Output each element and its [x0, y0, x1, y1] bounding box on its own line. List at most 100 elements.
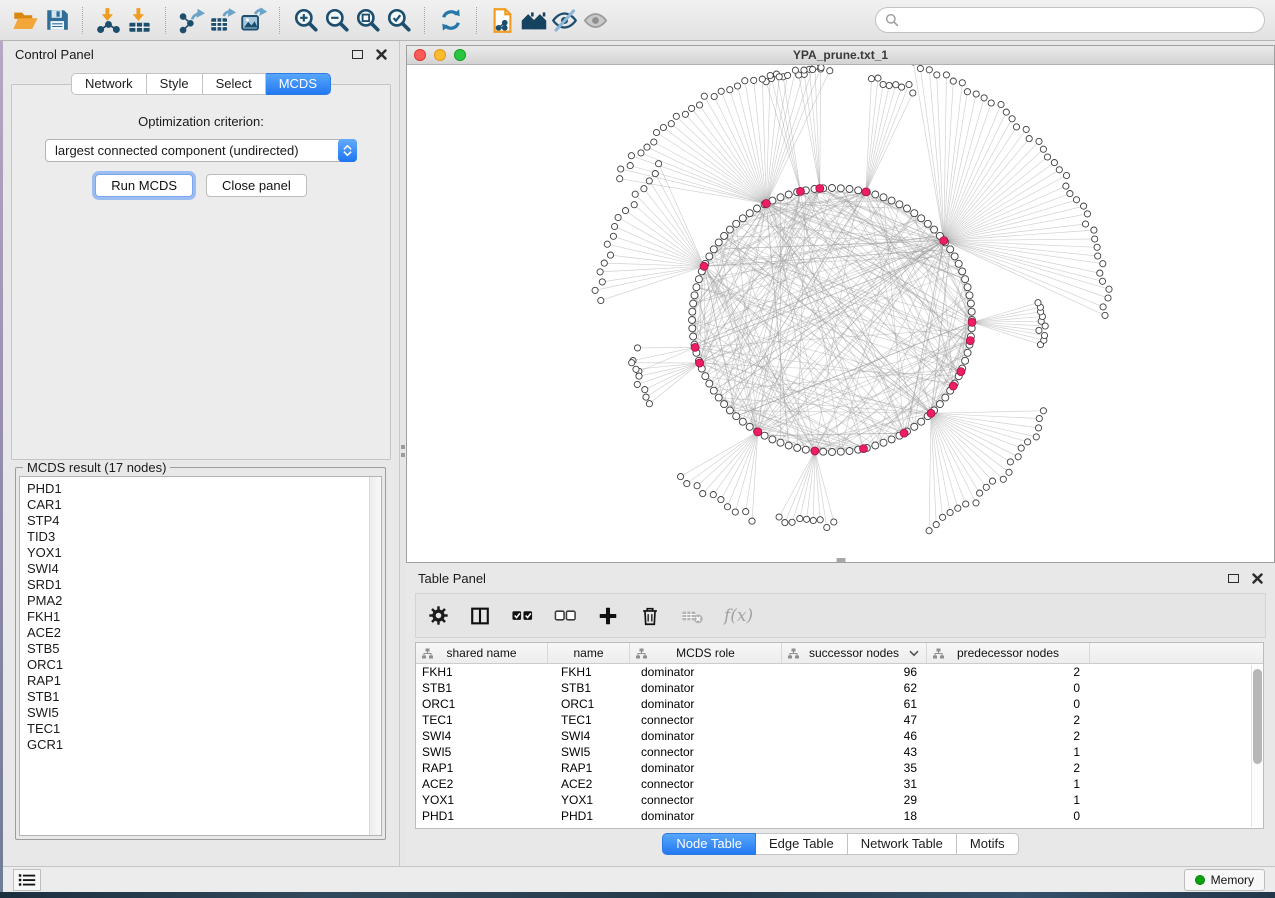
cell-name: TEC1: [548, 713, 630, 727]
tab-style[interactable]: Style: [147, 73, 203, 95]
tab-edge-table[interactable]: Edge Table: [756, 833, 848, 855]
table-row[interactable]: ORC1ORC1dominator610: [416, 696, 1263, 712]
column-header-successor-nodes[interactable]: successor nodes: [782, 643, 927, 663]
table-row[interactable]: FKH1FKH1dominator962: [416, 664, 1263, 680]
mcds-result-item[interactable]: ACE2: [27, 625, 381, 641]
zoom-fit-button[interactable]: [352, 5, 383, 36]
cell-shared-name: STB1: [416, 681, 548, 695]
import-network-button[interactable]: [93, 5, 124, 36]
close-panel-button[interactable]: Close panel: [206, 174, 307, 197]
table-row[interactable]: PHD1PHD1dominator180: [416, 808, 1263, 824]
search-input[interactable]: [906, 12, 1255, 28]
cell-name: PHD1: [548, 809, 630, 823]
mcds-result-item[interactable]: YOX1: [27, 545, 381, 561]
mcds-result-item[interactable]: TEC1: [27, 721, 381, 737]
mcds-result-item[interactable]: PMA2: [27, 593, 381, 609]
network-window-titlebar[interactable]: YPA_prune.txt_1: [407, 46, 1274, 65]
minimize-window-icon[interactable]: [434, 49, 446, 61]
import-table-button[interactable]: [124, 5, 155, 36]
horizontal-splitter-handle[interactable]: [836, 558, 845, 562]
table-row[interactable]: SWI4SWI4dominator462: [416, 728, 1263, 744]
tab-select[interactable]: Select: [203, 73, 266, 95]
search-field[interactable]: [875, 7, 1265, 33]
sort-chevron-icon[interactable]: [909, 650, 919, 657]
function-builder-icon-disabled: f(x): [724, 606, 753, 626]
mcds-result-item[interactable]: CAR1: [27, 497, 381, 513]
table-row[interactable]: YOX1YOX1connector291: [416, 792, 1263, 808]
network-canvas[interactable]: [407, 65, 1274, 562]
export-image-button[interactable]: [238, 5, 269, 36]
table-row[interactable]: RAP1RAP1dominator352: [416, 760, 1263, 776]
table-row[interactable]: ACE2ACE2connector311: [416, 776, 1263, 792]
mcds-result-item[interactable]: FKH1: [27, 609, 381, 625]
memory-button[interactable]: Memory: [1184, 869, 1265, 891]
eye-slash-icon: [551, 7, 578, 34]
mcds-result-item[interactable]: GCR1: [27, 737, 381, 753]
hide-selected-button[interactable]: [549, 5, 580, 36]
table-settings-gear-icon[interactable]: [428, 605, 449, 626]
table-row[interactable]: TEC1TEC1connector472: [416, 712, 1263, 728]
mcds-panel: Optimization criterion: largest connecte…: [11, 84, 391, 460]
cell-mcds-role: connector: [630, 745, 782, 759]
close-panel-icon[interactable]: [376, 49, 387, 60]
table-panel-title: Table Panel: [418, 571, 486, 586]
export-table-button[interactable]: [207, 5, 238, 36]
refresh-layout-button[interactable]: [435, 5, 466, 36]
close-window-icon[interactable]: [414, 49, 426, 61]
table-row[interactable]: STB1STB1dominator620: [416, 680, 1263, 696]
column-header-MCDS-role[interactable]: MCDS role: [630, 643, 782, 663]
result-scrollbar[interactable]: [369, 477, 381, 835]
table-scrollbar[interactable]: [1251, 665, 1263, 827]
column-header-empty: [1090, 643, 1263, 663]
column-header-label: MCDS role: [676, 646, 735, 660]
open-session-button[interactable]: [10, 5, 41, 36]
column-header-name[interactable]: name: [548, 643, 630, 663]
cell-predecessor-nodes: 0: [927, 697, 1090, 711]
table-scrollbar-thumb[interactable]: [1253, 669, 1262, 764]
mcds-result-item[interactable]: PHD1: [27, 481, 381, 497]
mcds-result-item[interactable]: SRD1: [27, 577, 381, 593]
table-type-tabs: Node TableEdge TableNetwork TableMotifs: [406, 833, 1275, 855]
run-mcds-button[interactable]: Run MCDS: [95, 174, 193, 197]
mcds-result-item[interactable]: SWI5: [27, 705, 381, 721]
export-network-icon: [178, 7, 205, 34]
desktop-edge-bottom: [0, 892, 1275, 898]
show-columns-icon[interactable]: [469, 605, 491, 627]
first-neighbors-button[interactable]: [518, 5, 549, 36]
float-panel-icon[interactable]: [352, 50, 363, 59]
add-column-icon[interactable]: [597, 605, 619, 627]
cell-mcds-role: connector: [630, 713, 782, 727]
select-all-icon[interactable]: [511, 604, 534, 627]
tab-network[interactable]: Network: [71, 73, 147, 95]
show-all-button[interactable]: [580, 5, 611, 36]
mcds-result-item[interactable]: RAP1: [27, 673, 381, 689]
criterion-select[interactable]: largest connected component (undirected): [45, 139, 357, 162]
zoom-selected-button[interactable]: [383, 5, 414, 36]
maximize-window-icon[interactable]: [454, 49, 466, 61]
save-session-button[interactable]: [41, 5, 72, 36]
deselect-all-icon[interactable]: [554, 604, 577, 627]
zoom-in-button[interactable]: [290, 5, 321, 36]
mcds-result-item[interactable]: STB1: [27, 689, 381, 705]
tab-motifs[interactable]: Motifs: [957, 833, 1019, 855]
float-table-panel-icon[interactable]: [1228, 574, 1239, 583]
mcds-result-item[interactable]: TID3: [27, 529, 381, 545]
mcds-result-list[interactable]: PHD1CAR1STP4TID3YOX1SWI4SRD1PMA2FKH1ACE2…: [19, 476, 382, 836]
mcds-result-item[interactable]: ORC1: [27, 657, 381, 673]
column-header-shared-name[interactable]: shared name: [416, 643, 548, 663]
zoom-out-button[interactable]: [321, 5, 352, 36]
tab-node-table[interactable]: Node Table: [662, 833, 756, 855]
tab-mcds[interactable]: MCDS: [266, 73, 331, 95]
mcds-result-item[interactable]: STP4: [27, 513, 381, 529]
export-network-button[interactable]: [176, 5, 207, 36]
mcds-result-item[interactable]: SWI4: [27, 561, 381, 577]
toolbar-separator: [82, 7, 83, 34]
task-history-button[interactable]: [13, 869, 41, 891]
tab-network-table[interactable]: Network Table: [848, 833, 957, 855]
mcds-result-item[interactable]: STB5: [27, 641, 381, 657]
close-table-panel-icon[interactable]: [1252, 573, 1263, 584]
table-row[interactable]: SWI5SWI5connector431: [416, 744, 1263, 760]
new-network-from-selection-button[interactable]: [487, 5, 518, 36]
column-header-predecessor-nodes[interactable]: predecessor nodes: [927, 643, 1090, 663]
delete-column-icon[interactable]: [639, 605, 661, 627]
